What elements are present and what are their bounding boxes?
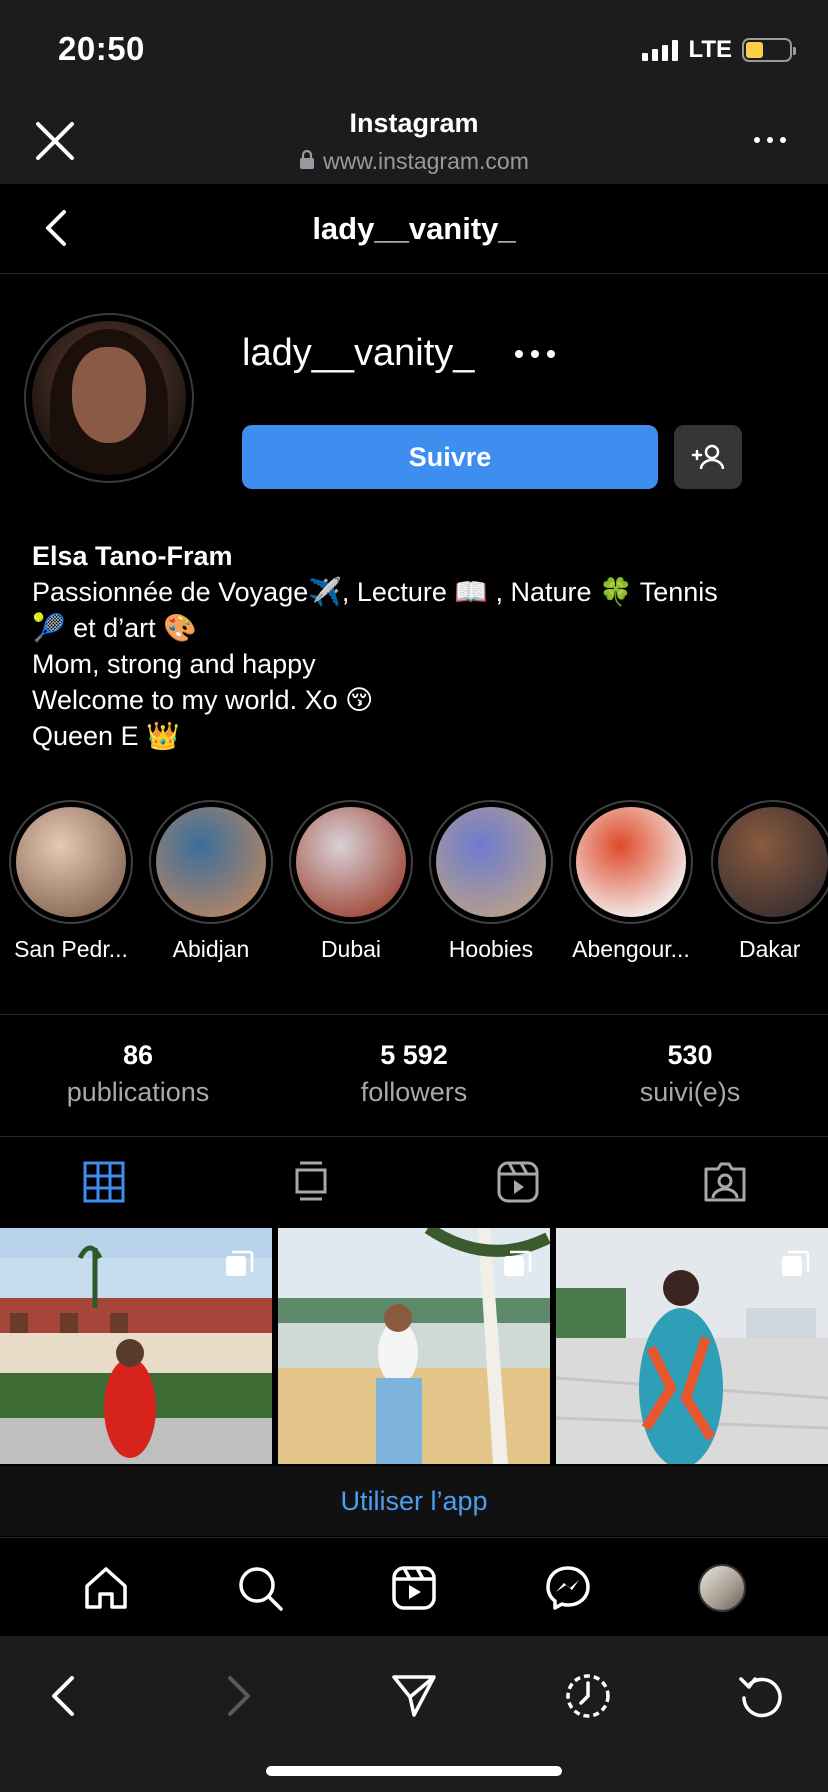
stat-label: suivi(e)s [639,1077,741,1107]
highlight-image [718,807,828,917]
profile-nav: lady__vanity_ [0,184,828,274]
browser-url[interactable]: www.instagram.com [0,148,828,176]
stat-label: followers [360,1077,468,1107]
battery-icon [742,38,796,62]
highlight-item[interactable]: Hoobies [421,800,561,963]
history-icon[interactable] [558,1666,618,1726]
highlight-item[interactable]: Dakar [701,800,828,963]
bio-line: 🎾 et d’art 🎨 [32,613,197,643]
status-time: 20:50 [58,30,145,67]
feed-icon [295,1161,326,1201]
highlight-image [16,807,126,917]
bio-name: Elsa Tano-Fram [32,541,233,571]
browser-title: Instagram [349,108,479,138]
carousel-icon [502,1250,532,1280]
highlight-item[interactable]: Dubai [281,800,421,963]
post-thumbnail[interactable] [0,1228,272,1464]
profile-tabs [0,1137,828,1227]
highlight-image [156,807,266,917]
carousel-icon [224,1250,254,1280]
stat-value: 5 592 [380,1040,448,1070]
highlight-item[interactable]: Abidjan [141,800,281,963]
signal-icon [642,39,679,61]
use-app-link[interactable]: Utiliser l’app [0,1466,828,1536]
bio-line: Mom, strong and happy [32,649,316,679]
highlight-image [436,807,546,917]
reload-icon[interactable] [732,1666,792,1726]
divider [0,1014,828,1015]
browser-header: Instagram www.instagram.com [0,100,828,184]
highlight-label: San Pedr... [14,936,128,962]
tab-tagged[interactable] [621,1137,828,1227]
bio-line: Queen E 👑 [32,721,180,751]
share-icon[interactable] [384,1666,444,1726]
highlight-label: Abidjan [172,936,250,962]
highlight-label: Dubai [320,936,382,962]
lock-icon [299,149,315,176]
more-options-icon[interactable] [515,340,561,368]
highlight-image [296,807,406,917]
tab-feed[interactable] [207,1137,414,1227]
follow-button[interactable]: Suivre [242,425,658,489]
status-bar: 20:50 LTE [0,0,828,100]
stat-label: publications [66,1077,210,1107]
tab-reels[interactable] [414,1137,621,1227]
highlight-image [576,807,686,917]
highlight-item[interactable]: San Pedr... [1,800,141,963]
highlight-item[interactable]: Abengour... [561,800,701,963]
post-thumbnail[interactable] [556,1228,828,1464]
highlight-label: Abengour... [572,936,690,962]
profile-bio: Elsa Tano-Fram Passionnée de Voyage✈️, L… [32,538,802,754]
ig-bottom-nav [0,1537,828,1635]
profile-stats: 86 publications 5 592 followers 530 suiv… [0,1016,828,1136]
status-indicators: LTE [642,36,796,64]
tagged-icon [704,1162,745,1202]
story-highlights: San Pedr... Abidjan Dubai Hoobies Abengo… [0,800,828,970]
stat-value: 530 [667,1040,713,1070]
home-icon[interactable] [80,1562,132,1614]
browser-back-icon[interactable] [34,1666,94,1726]
bio-line: Passionnée de Voyage✈️, Lecture 📖 , Natu… [32,577,718,607]
nav-title: lady__vanity_ [312,211,516,246]
suggested-users-button[interactable] [674,425,742,489]
post-thumbnail[interactable] [278,1228,550,1464]
grid-icon [83,1161,124,1203]
stat-posts[interactable]: 86 publications [0,1040,276,1108]
stat-following[interactable]: 530 suivi(e)s [552,1040,828,1108]
stat-value: 86 [122,1040,154,1070]
bio-line: Welcome to my world. Xo 😚 [32,685,374,715]
network-label: LTE [688,36,732,63]
highlight-label: Hoobies [448,936,534,962]
home-indicator [266,1766,562,1776]
reels-icon [497,1161,538,1203]
carousel-icon [780,1250,810,1280]
profile-nav-avatar[interactable] [696,1562,748,1614]
messenger-icon[interactable] [542,1562,594,1614]
browser-forward-icon[interactable] [208,1666,268,1726]
stat-followers[interactable]: 5 592 followers [276,1040,552,1108]
highlight-label: Dakar [739,936,801,962]
add-person-icon [691,444,725,470]
posts-grid [0,1228,828,1464]
reels-nav-icon[interactable] [388,1562,440,1614]
browser-toolbar [0,1636,828,1792]
browser-url-text: www.instagram.com [323,148,529,174]
profile-username: lady__vanity_ [242,332,475,374]
tab-grid[interactable] [0,1137,207,1227]
profile-avatar[interactable] [24,313,194,483]
search-icon[interactable] [234,1562,286,1614]
more-icon[interactable] [754,128,794,152]
